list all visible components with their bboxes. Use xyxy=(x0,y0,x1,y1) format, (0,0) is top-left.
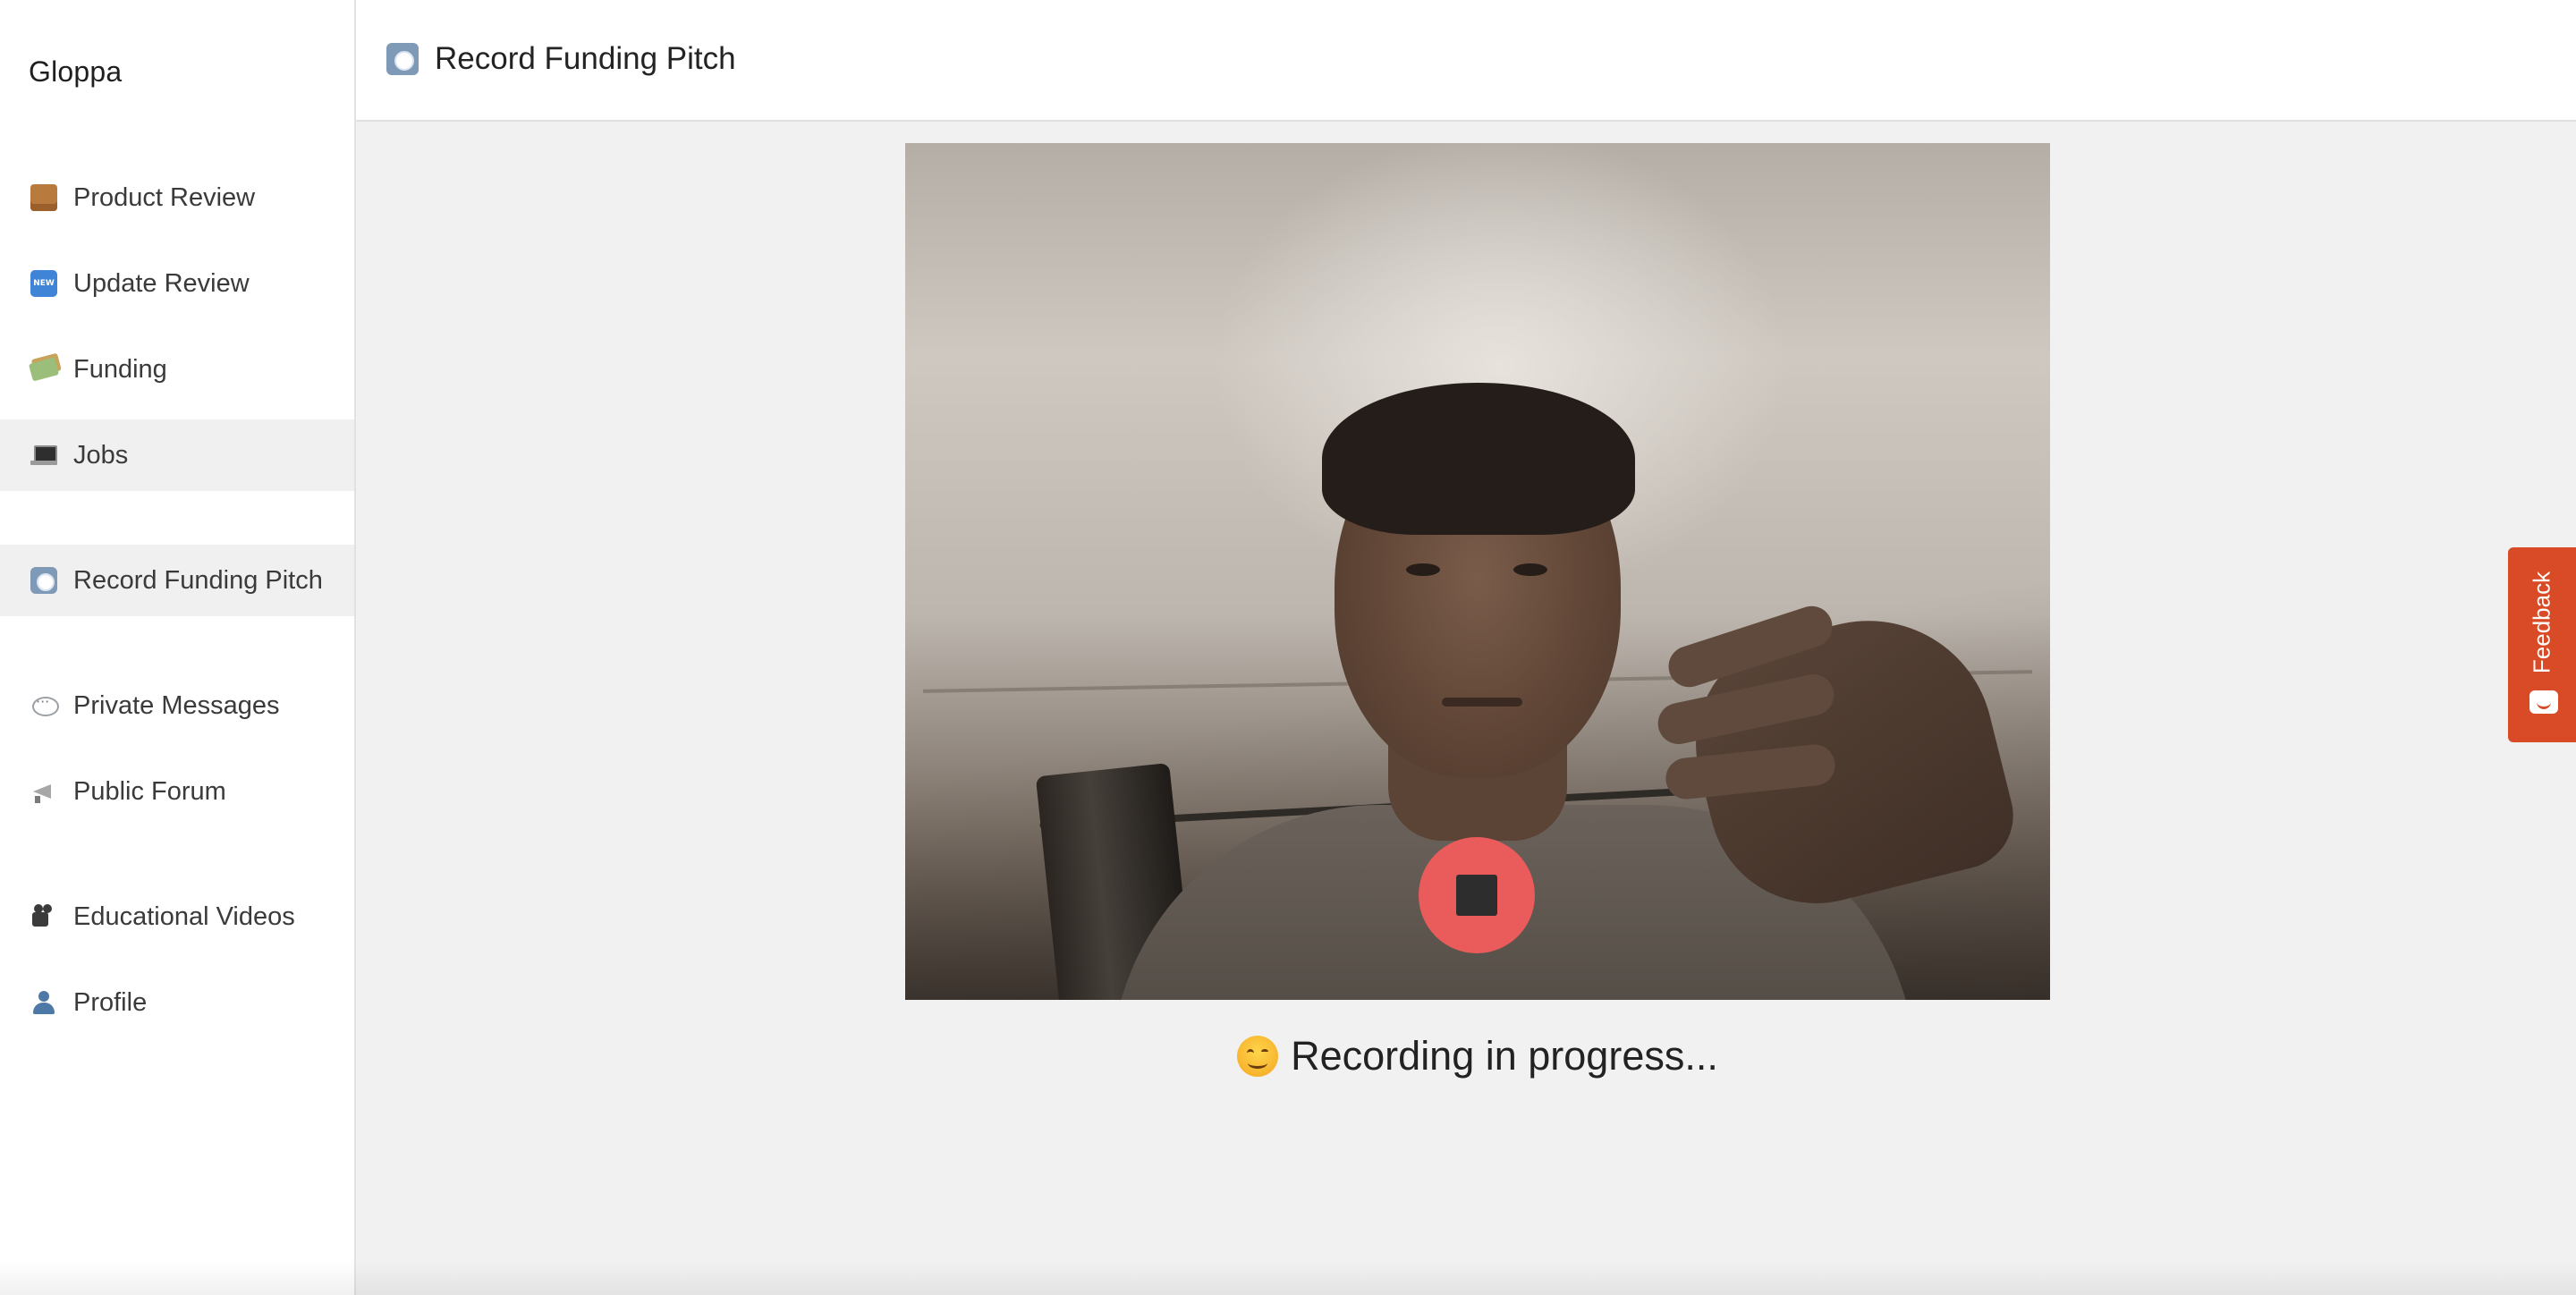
sidebar-item-label: Record Funding Pitch xyxy=(73,565,323,595)
brand-logo[interactable]: Gloppa xyxy=(29,55,122,89)
person-icon xyxy=(30,989,57,1016)
chat-smile-icon xyxy=(2529,690,2558,714)
laptop-icon xyxy=(30,442,57,469)
sidebar-item-jobs[interactable]: Jobs xyxy=(0,419,354,491)
sidebar-item-funding[interactable]: Funding xyxy=(0,334,354,405)
money-icon xyxy=(28,357,60,382)
sidebar-item-update-review[interactable]: NEW Update Review xyxy=(0,248,354,319)
sidebar-item-product-review[interactable]: Product Review xyxy=(0,162,354,233)
video-subject xyxy=(1513,563,1547,576)
sidebar-item-label: Private Messages xyxy=(73,690,280,720)
new-badge-icon: NEW xyxy=(30,270,57,297)
stop-icon xyxy=(1456,875,1497,916)
sidebar-item-profile[interactable]: Profile xyxy=(0,967,354,1038)
video-subject xyxy=(1406,563,1440,576)
sidebar-item-public-forum[interactable]: Public Forum xyxy=(0,756,354,827)
sidebar-item-private-messages[interactable]: Private Messages xyxy=(0,670,354,741)
camera-preview xyxy=(905,143,2050,1000)
sidebar-item-label: Jobs xyxy=(73,440,129,470)
video-subject xyxy=(1442,698,1522,707)
feedback-tab[interactable]: Feedback xyxy=(2508,547,2576,742)
sidebar-item-label: Profile xyxy=(73,987,148,1017)
megaphone-icon xyxy=(30,778,57,805)
movie-camera-icon xyxy=(30,903,57,930)
sidebar-item-label: Product Review xyxy=(73,182,256,212)
recording-status: Recording in progress... xyxy=(905,1027,2050,1086)
stop-recording-button[interactable] xyxy=(1419,837,1535,953)
recording-status-text: Recording in progress... xyxy=(1291,1033,1718,1079)
sidebar: Gloppa Product Review NEW Update Review … xyxy=(0,0,356,1295)
page-title-text: Record Funding Pitch xyxy=(435,41,736,76)
video-subject xyxy=(1322,383,1635,535)
sidebar-item-label: Funding xyxy=(73,354,167,384)
bottom-shade xyxy=(0,1261,2576,1295)
smiling-face-icon xyxy=(1237,1036,1279,1077)
sidebar-item-educational-videos[interactable]: Educational Videos xyxy=(0,881,354,952)
sidebar-item-record-funding-pitch[interactable]: Record Funding Pitch xyxy=(0,545,354,616)
record-button-icon xyxy=(30,567,57,594)
package-icon xyxy=(30,184,57,211)
sidebar-item-label: Update Review xyxy=(73,268,250,298)
speech-bubble-icon xyxy=(30,692,59,719)
feedback-label: Feedback xyxy=(2528,571,2555,674)
app-root: Gloppa Product Review NEW Update Review … xyxy=(0,0,2576,1295)
sidebar-item-label: Public Forum xyxy=(73,776,226,806)
page-title: Record Funding Pitch xyxy=(386,41,736,77)
record-button-icon xyxy=(386,43,419,75)
sidebar-item-label: Educational Videos xyxy=(73,901,295,931)
page-header: Record Funding Pitch xyxy=(356,0,2576,122)
